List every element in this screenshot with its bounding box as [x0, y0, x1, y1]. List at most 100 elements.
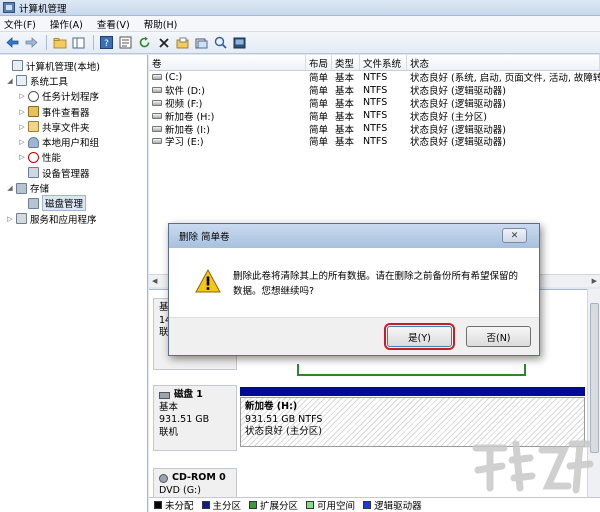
collapse-arrow-icon[interactable]: ◢ — [6, 184, 14, 192]
tree-item-root[interactable]: 计算机管理(本地) — [0, 58, 147, 73]
watermark-logo — [472, 440, 594, 494]
toolbar-separator — [93, 35, 94, 50]
collapse-arrow-icon[interactable]: ◢ — [6, 77, 14, 85]
shared-folder-icon — [28, 121, 39, 133]
expand-arrow-icon[interactable]: ▷ — [18, 123, 26, 131]
scroll-right-icon[interactable]: ▶ — [592, 277, 597, 285]
cdrom-label[interactable]: CD-ROM 0 DVD (G:) — [153, 468, 237, 500]
cdrom-name-row: CD-ROM 0 — [159, 472, 231, 485]
legend-label: 逻辑驱动器 — [374, 501, 422, 512]
tree-label: 共享文件夹 — [42, 122, 90, 134]
table-row[interactable]: 视频 (F:) 简单 基本 NTFS 状态良好 (逻辑驱动器) — [149, 97, 600, 110]
filesystem-cell: NTFS — [363, 123, 388, 135]
legend-label: 可用空间 — [317, 501, 356, 512]
expand-arrow-icon[interactable]: ▷ — [6, 215, 14, 223]
cdrom-drive: DVD (G:) — [159, 484, 201, 496]
tree-item-services[interactable]: ▷ 服务和应用程序 — [0, 211, 147, 226]
tree-item-storage[interactable]: ◢ 存储 — [0, 180, 147, 195]
tree-item-shared-folders[interactable]: ▷ 共享文件夹 — [0, 119, 147, 134]
column-header-status[interactable]: 状态 — [407, 55, 600, 70]
table-row[interactable]: 新加卷 (I:) 简单 基本 NTFS 状态良好 (逻辑驱动器) — [149, 122, 600, 136]
expand-arrow-icon[interactable]: ▷ — [18, 92, 26, 100]
back-arrow-icon[interactable] — [4, 34, 21, 51]
tree-item-system-tools[interactable]: ◢ 系统工具 — [0, 73, 147, 88]
dialog-footer: 是(Y) 否(N) — [169, 317, 539, 355]
legend-label: 未分配 — [165, 501, 194, 512]
column-header-volume[interactable]: 卷 — [149, 55, 306, 70]
filesystem-cell: NTFS — [363, 84, 388, 96]
forward-arrow-icon[interactable] — [23, 34, 40, 51]
filesystem-cell: NTFS — [363, 135, 388, 147]
status-cell: 状态良好 (逻辑驱动器) — [410, 137, 506, 149]
drive-icon — [152, 125, 162, 132]
table-row[interactable]: 软件 (D:) 简单 基本 NTFS 状态良好 (逻辑驱动器) — [149, 84, 600, 97]
expand-arrow-icon[interactable]: ▷ — [18, 108, 26, 116]
drive-icon — [152, 100, 162, 106]
disk-1-size: 931.51 GB — [159, 414, 210, 425]
expand-arrow-icon[interactable]: ▷ — [18, 153, 26, 161]
disk-1-status: 联机 — [159, 426, 179, 438]
menu-file[interactable]: 文件(F) — [4, 17, 36, 31]
type-cell: 基本 — [335, 137, 355, 149]
table-row[interactable]: 新加卷 (H:) 简单 基本 NTFS 状态良好 (主分区) — [149, 109, 600, 123]
volume-name: (C:) — [165, 71, 183, 83]
open-icon[interactable] — [174, 34, 191, 51]
tree-label: 性能 — [42, 153, 62, 165]
disk-management-icon — [28, 197, 39, 209]
menu-action[interactable]: 操作(A) — [50, 17, 83, 31]
toolbar-separator — [46, 35, 47, 50]
menu-view[interactable]: 查看(V) — [97, 17, 130, 31]
close-icon[interactable]: ✕ — [502, 228, 527, 243]
show-hide-tree-icon[interactable] — [70, 34, 87, 51]
performance-icon — [28, 151, 39, 163]
column-header-filesystem[interactable]: 文件系统 — [360, 55, 407, 70]
disk-1-label[interactable]: 磁盘 1 基本 931.51 GB 联机 — [153, 385, 237, 451]
properties-icon[interactable] — [117, 34, 134, 51]
refresh-icon[interactable] — [136, 34, 153, 51]
dialog-message: 删除此卷将清除其上的所有数据。请在删除之前备份所有希望保留的数据。您想继续吗? — [233, 271, 519, 297]
drive-icon — [152, 87, 162, 94]
tree-item-event-viewer[interactable]: ▷ 事件查看器 — [0, 104, 147, 119]
tree-item-disk-management[interactable]: 磁盘管理 — [0, 195, 147, 212]
expand-arrow-icon[interactable]: ▷ — [18, 138, 26, 146]
tree-label: 设备管理器 — [42, 168, 90, 180]
tree-label: 事件查看器 — [42, 107, 90, 119]
tree-label: 服务和应用程序 — [30, 214, 97, 226]
help-icon[interactable]: ? — [98, 34, 115, 51]
console-icon[interactable] — [231, 34, 248, 51]
scroll-left-icon[interactable]: ◀ — [152, 277, 157, 285]
tree-item-task-scheduler[interactable]: ▷ 任务计划程序 — [0, 89, 147, 104]
zoom-icon[interactable] — [212, 34, 229, 51]
no-button[interactable]: 否(N) — [466, 326, 531, 347]
column-header-layout[interactable]: 布局 — [306, 55, 332, 70]
volume-cell: 学习 (E:) — [149, 134, 306, 148]
yes-button[interactable]: 是(Y) — [384, 323, 455, 350]
menu-bar: 文件(F) 操作(A) 查看(V) 帮助(H) — [0, 16, 600, 32]
device-manager-icon — [28, 167, 39, 179]
svg-text:?: ? — [104, 39, 109, 49]
up-folder-icon[interactable] — [51, 34, 68, 51]
logical-partition-extended[interactable] — [297, 364, 526, 376]
users-icon — [28, 136, 39, 148]
column-header-type[interactable]: 类型 — [332, 55, 360, 70]
delete-icon[interactable] — [155, 34, 172, 51]
legend-label: 主分区 — [212, 501, 242, 512]
table-row[interactable]: (C:) 简单 基本 NTFS 状态良好 (系统, 启动, 页面文件, 活动, 故障转储 — [149, 71, 600, 84]
disk-1-type: 基本 — [159, 401, 179, 413]
legend-item: 逻辑驱动器 — [363, 498, 422, 512]
tree-label: 任务计划程序 — [42, 92, 100, 104]
toolbox-icon — [16, 75, 27, 87]
legend-swatch — [363, 501, 372, 509]
computer-management-icon — [12, 60, 23, 72]
drive-icon — [152, 138, 162, 145]
legend-item: 扩展分区 — [249, 498, 298, 512]
partition-name: 新加卷 (H:) — [245, 401, 298, 412]
drive-icon — [152, 112, 162, 119]
tree-item-local-users[interactable]: ▷ 本地用户和组 — [0, 134, 147, 149]
dialog-title: 删除 简单卷 — [179, 232, 230, 243]
export-icon[interactable] — [193, 34, 210, 51]
tree-item-performance[interactable]: ▷ 性能 — [0, 150, 147, 165]
table-row[interactable]: 学习 (E:) 简单 基本 NTFS 状态良好 (逻辑驱动器) — [149, 135, 600, 148]
menu-help[interactable]: 帮助(H) — [144, 17, 178, 31]
tree-item-device-manager[interactable]: 设备管理器 — [0, 165, 147, 180]
